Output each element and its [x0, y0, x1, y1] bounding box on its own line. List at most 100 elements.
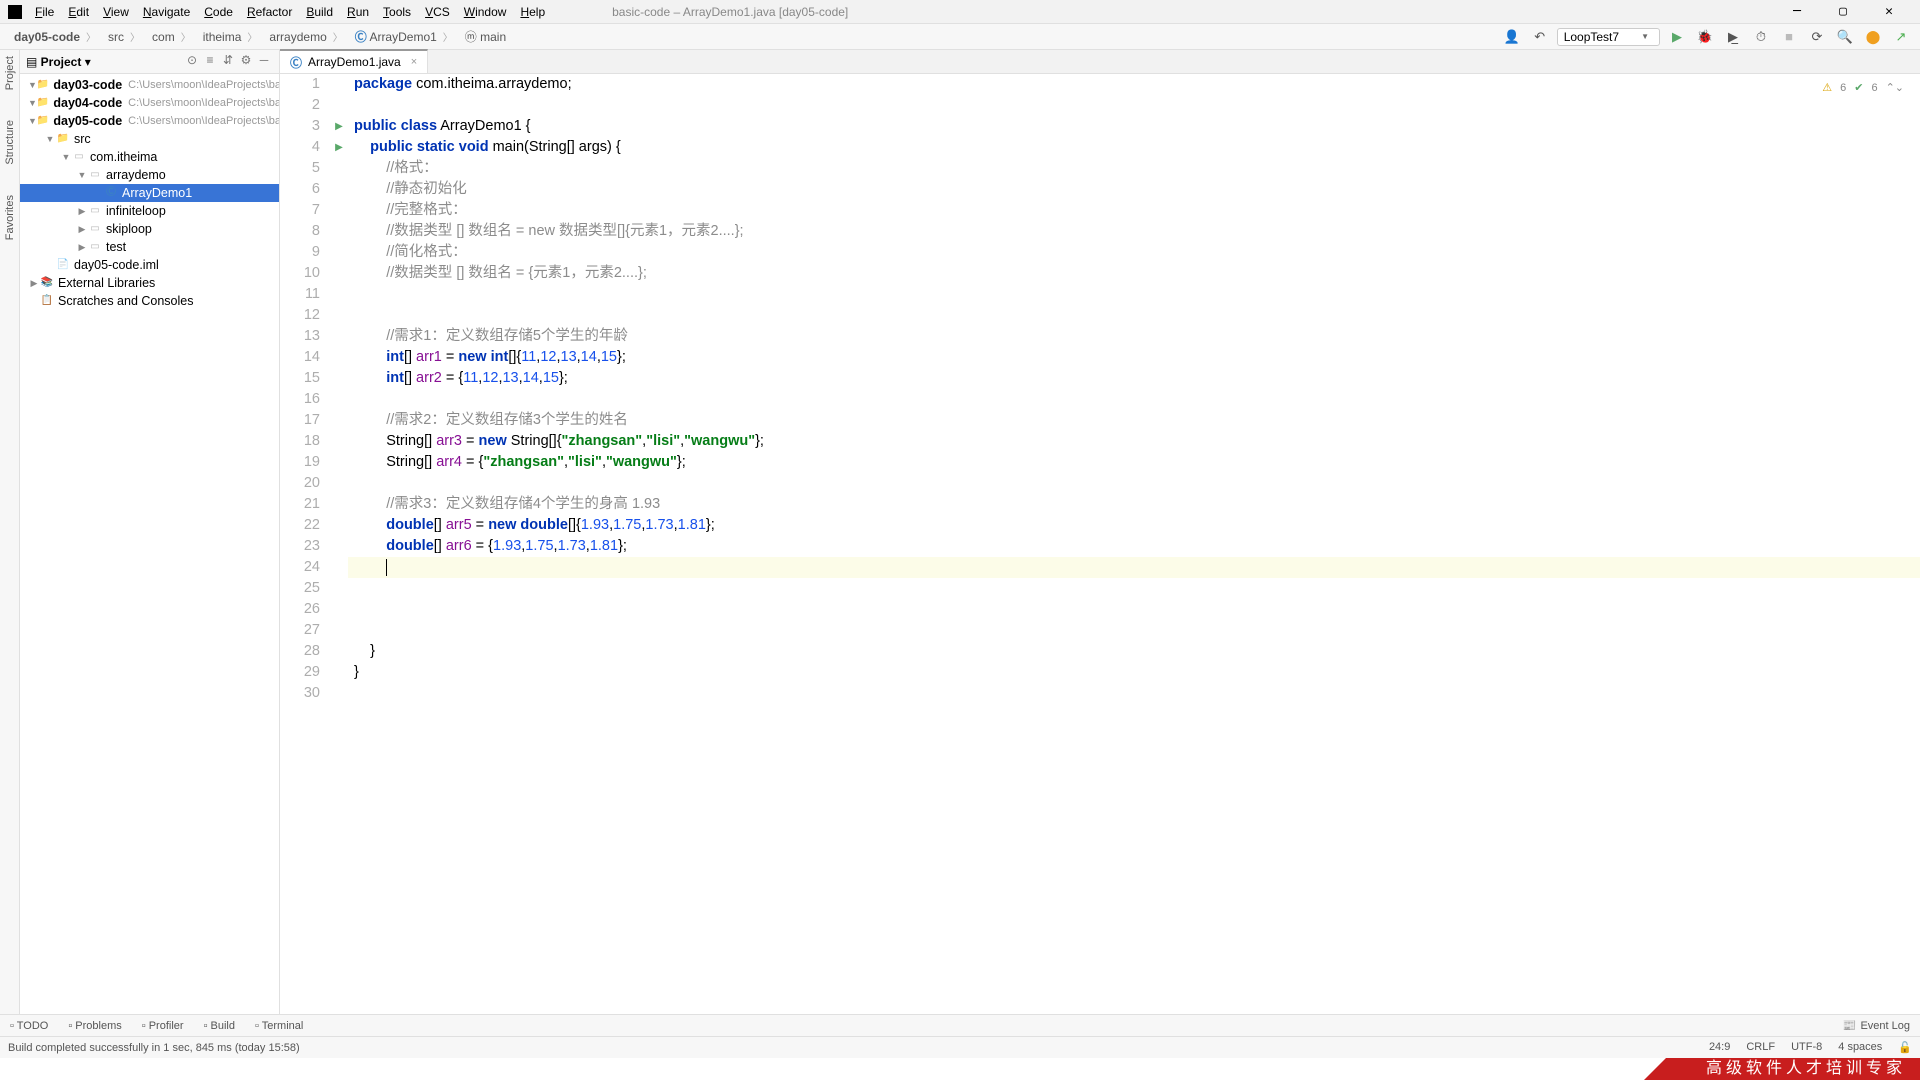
profiler-button[interactable]: ⏱ — [1750, 26, 1772, 48]
code-line-28[interactable]: } — [348, 641, 1920, 662]
crumb-com[interactable]: com〉 — [146, 30, 197, 44]
code-line-12[interactable] — [348, 305, 1920, 326]
favorites-tool-tab[interactable]: Favorites — [4, 195, 16, 240]
code-line-24[interactable] — [348, 557, 1920, 578]
tree-node-day04-code[interactable]: ▼📁day04-codeC:\Users\moon\IdeaProjects\b… — [20, 94, 279, 112]
tree-node-infiniteloop[interactable]: ▶▭infiniteloop — [20, 202, 279, 220]
code-line-21[interactable]: //需求3：定义数组存储4个学生的身高 1.93 — [348, 494, 1920, 515]
code-line-4[interactable]: public static void main(String[] args) { — [348, 137, 1920, 158]
tree-node-ArrayDemo1[interactable]: ⒸArrayDemo1 — [20, 184, 279, 202]
menu-build[interactable]: Build — [299, 0, 340, 24]
project-tree[interactable]: ▼📁day03-codeC:\Users\moon\IdeaProjects\b… — [20, 74, 279, 1014]
menu-file[interactable]: File — [28, 0, 61, 24]
code-editor[interactable]: 1234567891011121314151617181920212223242… — [280, 74, 1920, 1014]
code-line-27[interactable] — [348, 620, 1920, 641]
code-line-10[interactable]: //数据类型 [] 数组名 = {元素1，元素2....}; — [348, 263, 1920, 284]
code-line-16[interactable] — [348, 389, 1920, 410]
project-tool-tab[interactable]: Project — [4, 56, 16, 90]
code-line-26[interactable] — [348, 599, 1920, 620]
event-log-tab[interactable]: 📰 Event Log — [1833, 1015, 1920, 1037]
menu-edit[interactable]: Edit — [61, 0, 96, 24]
tree-node-arraydemo[interactable]: ▼▭arraydemo — [20, 166, 279, 184]
code-line-9[interactable]: //简化格式： — [348, 242, 1920, 263]
menu-window[interactable]: Window — [457, 0, 514, 24]
bottom-tab-todo[interactable]: ▫ TODO — [0, 1015, 58, 1037]
menu-code[interactable]: Code — [197, 0, 240, 24]
code-line-13[interactable]: //需求1：定义数组存储5个学生的年龄 — [348, 326, 1920, 347]
code-line-18[interactable]: String[] arr3 = new String[]{"zhangsan",… — [348, 431, 1920, 452]
code-line-11[interactable] — [348, 284, 1920, 305]
hide-panel-icon[interactable]: ─ — [255, 53, 273, 71]
code-line-30[interactable] — [348, 683, 1920, 704]
close-button[interactable]: ✕ — [1866, 0, 1912, 24]
code-line-17[interactable]: //需求2：定义数组存储3个学生的姓名 — [348, 410, 1920, 431]
code-line-3[interactable]: public class ArrayDemo1 { — [348, 116, 1920, 137]
coverage-button[interactable]: ▶̲ — [1722, 26, 1744, 48]
debug-button[interactable]: 🐞 — [1694, 26, 1716, 48]
menu-navigate[interactable]: Navigate — [136, 0, 197, 24]
line-separator[interactable]: CRLF — [1746, 1041, 1775, 1054]
crumb-method[interactable]: ⓜ main — [459, 28, 512, 45]
menu-run[interactable]: Run — [340, 0, 376, 24]
tree-node-com.itheima[interactable]: ▼▭com.itheima — [20, 148, 279, 166]
tree-node-skiploop[interactable]: ▶▭skiploop — [20, 220, 279, 238]
ide-updates-icon[interactable]: ↗ — [1890, 26, 1912, 48]
collapse-all-icon[interactable]: ⇵ — [219, 53, 237, 71]
crumb-src[interactable]: src〉 — [102, 30, 146, 44]
code-line-5[interactable]: //格式： — [348, 158, 1920, 179]
menu-refactor[interactable]: Refactor — [240, 0, 299, 24]
run-button[interactable]: ▶ — [1666, 26, 1688, 48]
crumb-project[interactable]: day05-code〉 — [8, 29, 102, 44]
stop-button[interactable]: ■ — [1778, 26, 1800, 48]
code-line-22[interactable]: double[] arr5 = new double[]{1.93,1.75,1… — [348, 515, 1920, 536]
menu-vcs[interactable]: VCS — [418, 0, 457, 24]
add-config-icon[interactable]: 👤 — [1501, 26, 1523, 48]
project-view-select[interactable]: ▤ Project ▾ — [26, 55, 91, 69]
code-line-29[interactable]: } — [348, 662, 1920, 683]
crumb-itheima[interactable]: itheima〉 — [197, 30, 264, 44]
structure-tool-tab[interactable]: Structure — [4, 120, 16, 165]
tree-node-External Libraries[interactable]: ▶📚External Libraries — [20, 274, 279, 292]
code-line-19[interactable]: String[] arr4 = {"zhangsan","lisi","wang… — [348, 452, 1920, 473]
code-line-8[interactable]: //数据类型 [] 数组名 = new 数据类型[]{元素1，元素2....}; — [348, 221, 1920, 242]
code-line-1[interactable]: package com.itheima.arraydemo; — [348, 74, 1920, 95]
bottom-tab-build[interactable]: ▫ Build — [194, 1015, 245, 1037]
back-nav-icon[interactable]: ↶ — [1529, 26, 1551, 48]
ide-help-icon[interactable]: ⬤ — [1862, 26, 1884, 48]
run-config-select[interactable]: LoopTest7▼ — [1557, 28, 1660, 46]
crumb-class[interactable]: Ⓒ ArrayDemo1〉 — [349, 28, 459, 45]
bottom-tab-profiler[interactable]: ▫ Profiler — [132, 1015, 194, 1037]
update-button[interactable]: ⟳ — [1806, 26, 1828, 48]
bottom-tab-problems[interactable]: ▫ Problems — [58, 1015, 131, 1037]
maximize-button[interactable]: ▢ — [1820, 0, 1866, 24]
code-line-6[interactable]: //静态初始化 — [348, 179, 1920, 200]
run-gutter[interactable]: ▶▶ — [330, 74, 348, 1014]
code-line-2[interactable] — [348, 95, 1920, 116]
code-line-15[interactable]: int[] arr2 = {11,12,13,14,15}; — [348, 368, 1920, 389]
search-icon[interactable]: 🔍 — [1834, 26, 1856, 48]
caret-position[interactable]: 24:9 — [1709, 1041, 1730, 1054]
menu-tools[interactable]: Tools — [376, 0, 418, 24]
editor-inspections[interactable]: ⚠6 ✔6 ⌃⌄ — [1822, 78, 1904, 99]
bottom-tab-terminal[interactable]: ▫ Terminal — [245, 1015, 313, 1037]
menu-help[interactable]: Help — [513, 0, 552, 24]
code-line-14[interactable]: int[] arr1 = new int[]{11,12,13,14,15}; — [348, 347, 1920, 368]
crumb-arraydemo[interactable]: arraydemo〉 — [263, 30, 348, 44]
select-opened-file-icon[interactable]: ⊙ — [183, 53, 201, 71]
tree-node-src[interactable]: ▼📁src — [20, 130, 279, 148]
menu-view[interactable]: View — [96, 0, 136, 24]
code-line-25[interactable] — [348, 578, 1920, 599]
code-line-20[interactable] — [348, 473, 1920, 494]
indent-setting[interactable]: 4 spaces — [1838, 1041, 1882, 1054]
code-line-23[interactable]: double[] arr6 = {1.93,1.75,1.73,1.81}; — [348, 536, 1920, 557]
code-line-7[interactable]: //完整格式： — [348, 200, 1920, 221]
settings-icon[interactable]: ⚙ — [237, 53, 255, 71]
readonly-toggle[interactable]: 🔓 — [1898, 1041, 1912, 1054]
tree-node-day03-code[interactable]: ▼📁day03-codeC:\Users\moon\IdeaProjects\b… — [20, 76, 279, 94]
tree-node-test[interactable]: ▶▭test — [20, 238, 279, 256]
tree-node-Scratches and Consoles[interactable]: 📋Scratches and Consoles — [20, 292, 279, 310]
tree-node-day05-code.iml[interactable]: 📄day05-code.iml — [20, 256, 279, 274]
minimize-button[interactable]: ─ — [1774, 0, 1820, 24]
file-encoding[interactable]: UTF-8 — [1791, 1041, 1822, 1054]
close-tab-icon[interactable]: × — [411, 56, 417, 68]
